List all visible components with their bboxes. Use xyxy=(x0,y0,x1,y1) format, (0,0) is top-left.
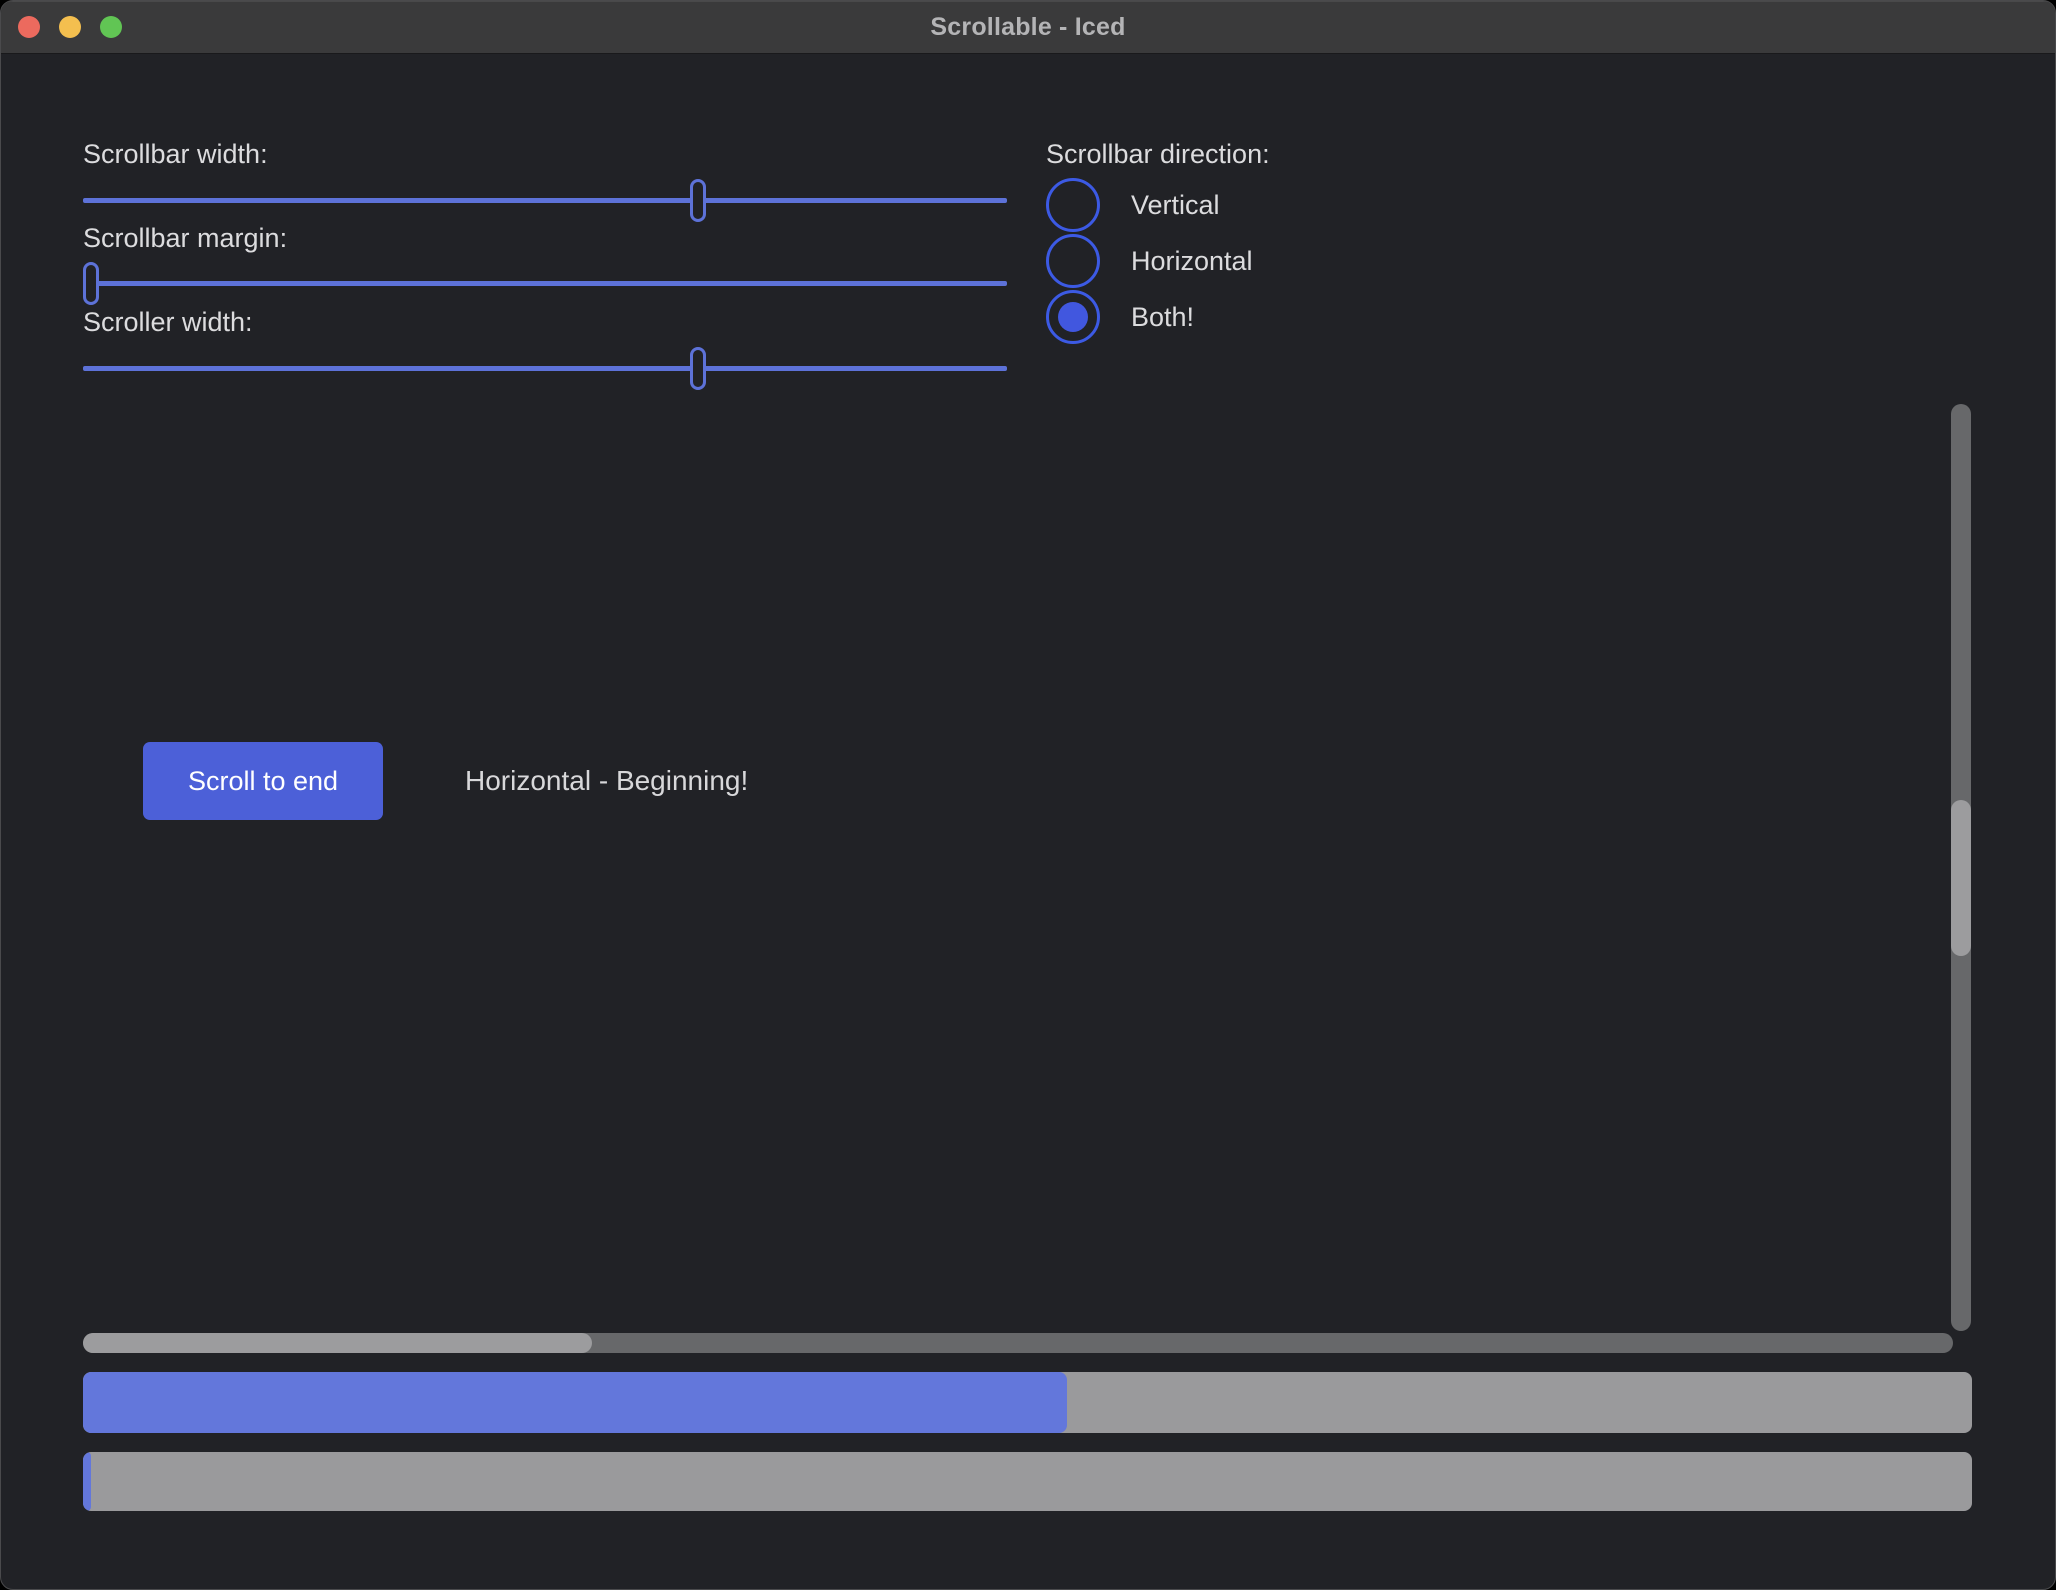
scrollbar-direction-label: Scrollbar direction: xyxy=(1046,139,1270,170)
vertical-scrollbar-track[interactable] xyxy=(1951,404,1971,1331)
vertical-progress-bar xyxy=(83,1452,1972,1511)
radio-label: Vertical xyxy=(1131,190,1220,221)
scrollbar-width-label: Scrollbar width: xyxy=(83,139,268,170)
traffic-lights xyxy=(18,1,122,53)
scroll-status-text: Horizontal - Beginning! xyxy=(465,742,748,820)
window-title: Scrollable - Iced xyxy=(930,13,1125,42)
scroller-width-label: Scroller width: xyxy=(83,307,253,338)
progress-fill xyxy=(83,1372,1067,1433)
app-window: Scrollable - Iced Scrollbar width: Scrol… xyxy=(0,0,2056,1590)
scroll-to-end-button[interactable]: Scroll to end xyxy=(143,742,383,820)
horizontal-scrollbar-thumb[interactable] xyxy=(83,1333,592,1353)
horizontal-progress-bar xyxy=(83,1372,1972,1433)
scrollbar-margin-label: Scrollbar margin: xyxy=(83,223,287,254)
slider-handle[interactable] xyxy=(690,347,706,390)
scrollbar-width-slider[interactable] xyxy=(83,179,1007,223)
title-bar: Scrollable - Iced xyxy=(1,1,2055,54)
radio-circle-icon[interactable] xyxy=(1046,178,1100,232)
radio-vertical[interactable]: Vertical xyxy=(1046,178,1220,232)
slider-handle[interactable] xyxy=(83,262,99,305)
slider-rail[interactable] xyxy=(83,198,1007,203)
radio-circle-icon[interactable] xyxy=(1046,290,1100,344)
radio-label: Horizontal xyxy=(1131,246,1253,277)
horizontal-scrollbar-track[interactable] xyxy=(83,1333,1953,1353)
slider-handle[interactable] xyxy=(690,179,706,222)
radio-label: Both! xyxy=(1131,302,1194,333)
minimize-button[interactable] xyxy=(59,16,81,38)
slider-rail[interactable] xyxy=(83,281,1007,286)
slider-rail[interactable] xyxy=(83,366,1007,371)
radio-horizontal[interactable]: Horizontal xyxy=(1046,234,1253,288)
close-button[interactable] xyxy=(18,16,40,38)
scrollbar-margin-slider[interactable] xyxy=(83,262,1007,306)
radio-circle-icon[interactable] xyxy=(1046,234,1100,288)
zoom-button[interactable] xyxy=(100,16,122,38)
vertical-scrollbar-thumb[interactable] xyxy=(1951,800,1971,956)
radio-both[interactable]: Both! xyxy=(1046,290,1194,344)
progress-fill xyxy=(83,1452,91,1511)
scroller-width-slider[interactable] xyxy=(83,347,1007,391)
